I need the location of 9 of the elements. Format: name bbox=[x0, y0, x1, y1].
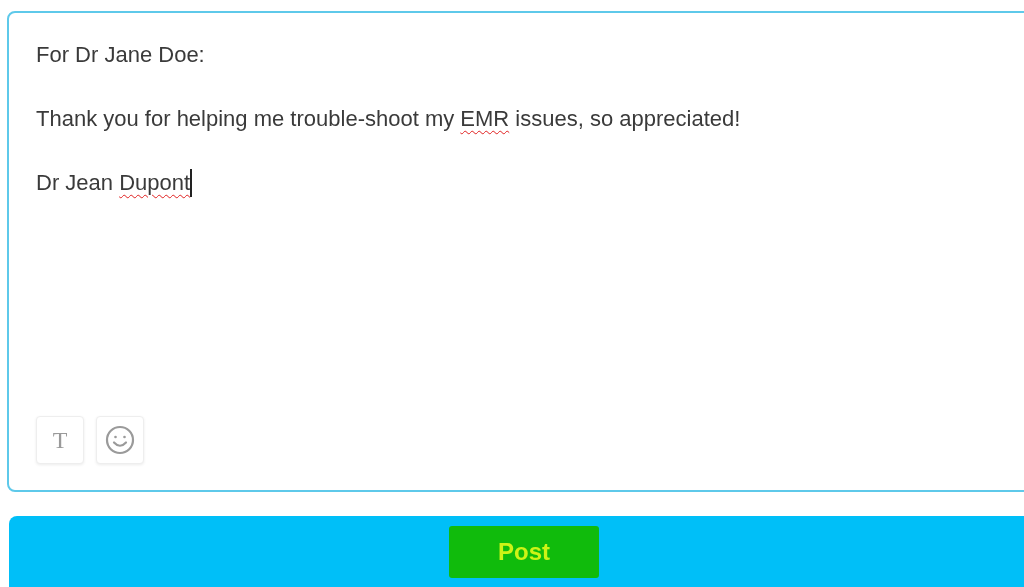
message-line: Dr Jean Dupont bbox=[36, 169, 191, 197]
text-format-button[interactable]: T bbox=[36, 416, 84, 464]
message-line: Thank you for helping me trouble-shoot my EMR issues, so appreciated! bbox=[36, 105, 741, 133]
emoji-button[interactable] bbox=[96, 416, 144, 464]
message-line: For Dr Jane Doe: bbox=[36, 41, 205, 69]
smiley-icon bbox=[105, 425, 135, 455]
post-button[interactable]: Post bbox=[9, 516, 1024, 587]
post-label: Post bbox=[449, 526, 599, 578]
message-editor[interactable]: For Dr Jane Doe: Thank you for helping me trouble-shoot my EMR issues, so appreciated! Dr Jean Dupont T bbox=[7, 11, 1024, 492]
